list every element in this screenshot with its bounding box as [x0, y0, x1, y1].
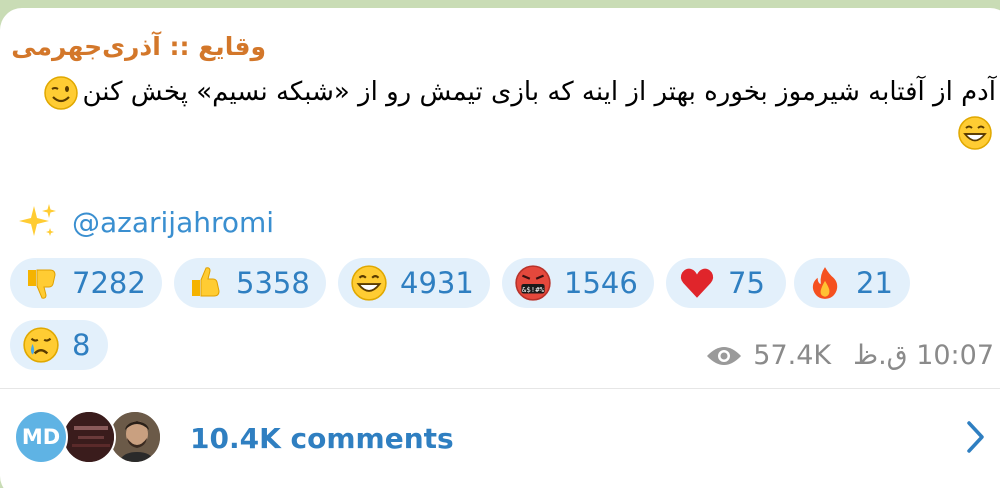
- reaction-count: 21: [856, 266, 893, 300]
- comments-button[interactable]: MD 10.4K comments: [0, 390, 1000, 488]
- message-text-body: آدم از آفتابه شیرموز بخوره بهتر از اینه …: [82, 77, 996, 107]
- channel-name[interactable]: وقایع :: آذری‌جهرمی: [11, 32, 266, 61]
- avatar: MD: [14, 410, 68, 464]
- chevron-right-icon: [967, 421, 984, 453]
- reaction-grinning-face[interactable]: 4931: [338, 258, 490, 308]
- reaction-fire[interactable]: 21: [794, 258, 910, 308]
- grinning-face-icon: [958, 115, 992, 150]
- reaction-count: 7282: [72, 266, 146, 300]
- signature-handle[interactable]: @azarijahromi: [72, 206, 274, 239]
- views-count: 57.4K: [753, 340, 832, 371]
- reaction-count: 1546: [564, 266, 638, 300]
- fire-icon: [812, 267, 838, 299]
- reaction-count: 75: [728, 266, 765, 300]
- views-eye-icon: [707, 346, 742, 365]
- red-heart-icon: [680, 268, 714, 298]
- reaction-count: 4931: [400, 266, 474, 300]
- reaction-red-heart[interactable]: 75: [666, 258, 786, 308]
- avatar: [62, 410, 116, 464]
- user-avatar-image: [110, 412, 160, 462]
- reaction-cursing-face[interactable]: &$!#% 1546: [502, 258, 654, 308]
- reaction-count: 8: [72, 328, 91, 362]
- reaction-count: 5358: [236, 266, 310, 300]
- channel-avatar-image: [64, 412, 114, 462]
- svg-text:&$!#%: &$!#%: [522, 285, 545, 294]
- signature: @azarijahromi: [18, 202, 274, 242]
- winking-face-icon: [44, 75, 79, 110]
- message-meta: 57.4K 10:07 ق.ظ: [705, 340, 994, 371]
- comments-count-label: 10.4K comments: [190, 422, 454, 455]
- grinning-face-icon: [351, 265, 387, 301]
- crying-face-icon: [23, 327, 59, 363]
- reaction-crying-face[interactable]: 8: [10, 320, 108, 370]
- avatar: [108, 410, 162, 464]
- message-time: 10:07 ق.ظ: [853, 340, 994, 371]
- sparkles-icon: [19, 204, 56, 236]
- cursing-face-icon: &$!#%: [515, 265, 551, 301]
- reaction-thumbs-up[interactable]: 5358: [174, 258, 326, 308]
- divider: [0, 388, 1000, 389]
- reaction-thumbs-down[interactable]: 7282: [10, 258, 162, 308]
- thumbs-down-icon: [28, 269, 56, 299]
- message-text: آدم از آفتابه شیرموز بخوره بهتر از اینه …: [16, 72, 996, 152]
- thumbs-up-icon: [192, 267, 220, 297]
